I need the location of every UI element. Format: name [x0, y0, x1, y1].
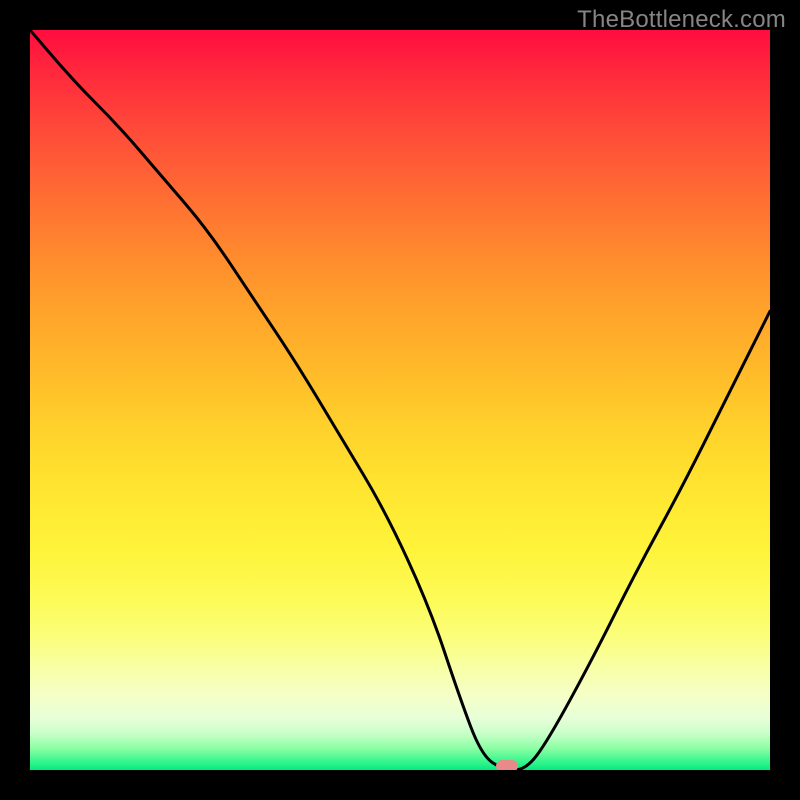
chart-frame: TheBottleneck.com — [0, 0, 800, 800]
optimal-point-marker — [496, 760, 518, 770]
bottleneck-curve — [30, 30, 770, 770]
plot-area — [30, 30, 770, 770]
attribution-text: TheBottleneck.com — [577, 6, 786, 34]
